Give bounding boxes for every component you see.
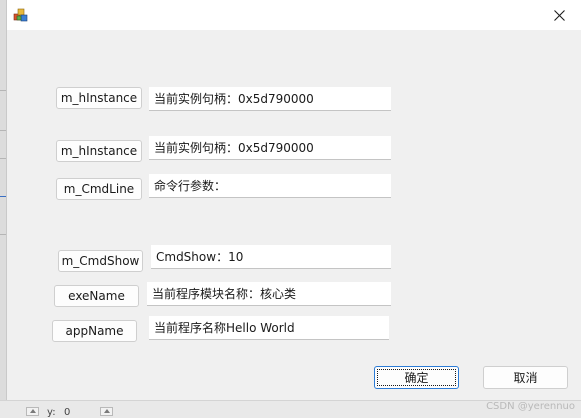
- close-icon: [553, 6, 565, 25]
- cmdline-button[interactable]: m_CmdLine: [56, 178, 142, 200]
- exename-field[interactable]: 当前程序模块名称：核心类: [147, 282, 391, 306]
- scroll-up-arrow-icon[interactable]: [100, 407, 113, 416]
- close-button[interactable]: [536, 0, 581, 30]
- hinstance-button-1[interactable]: m_hInstance: [56, 87, 142, 109]
- exename-button[interactable]: exeName: [54, 285, 139, 307]
- dialog-window: m_hInstance 当前实例句柄：0x5d790000 m_hInstanc…: [6, 0, 581, 400]
- mfc-app-icon: [13, 7, 29, 23]
- appname-field[interactable]: 当前程序名称Hello World: [149, 316, 389, 340]
- hinstance-field-1[interactable]: 当前实例句柄：0x5d790000: [149, 87, 391, 111]
- watermark: CSDN @yerennuo: [486, 401, 575, 412]
- screen: y: 0 CSDN @yerennuo m_hInstance 当前实例句柄：0…: [0, 0, 581, 418]
- scroll-up-arrow-icon[interactable]: [26, 407, 39, 416]
- cmdshow-button[interactable]: m_CmdShow: [58, 250, 143, 272]
- cmdline-field[interactable]: 命令行参数：: [149, 174, 391, 198]
- title-bar[interactable]: [7, 0, 581, 30]
- appname-button[interactable]: appName: [52, 320, 137, 342]
- background-y-value: 0: [64, 407, 71, 418]
- cmdshow-field[interactable]: CmdShow：10: [151, 245, 391, 269]
- background-y-label: y:: [47, 407, 56, 418]
- cancel-button[interactable]: 取消: [483, 366, 568, 389]
- hinstance-button-2[interactable]: m_hInstance: [56, 140, 142, 162]
- ok-button[interactable]: 确定: [374, 366, 459, 389]
- hinstance-field-2[interactable]: 当前实例句柄：0x5d790000: [149, 136, 391, 160]
